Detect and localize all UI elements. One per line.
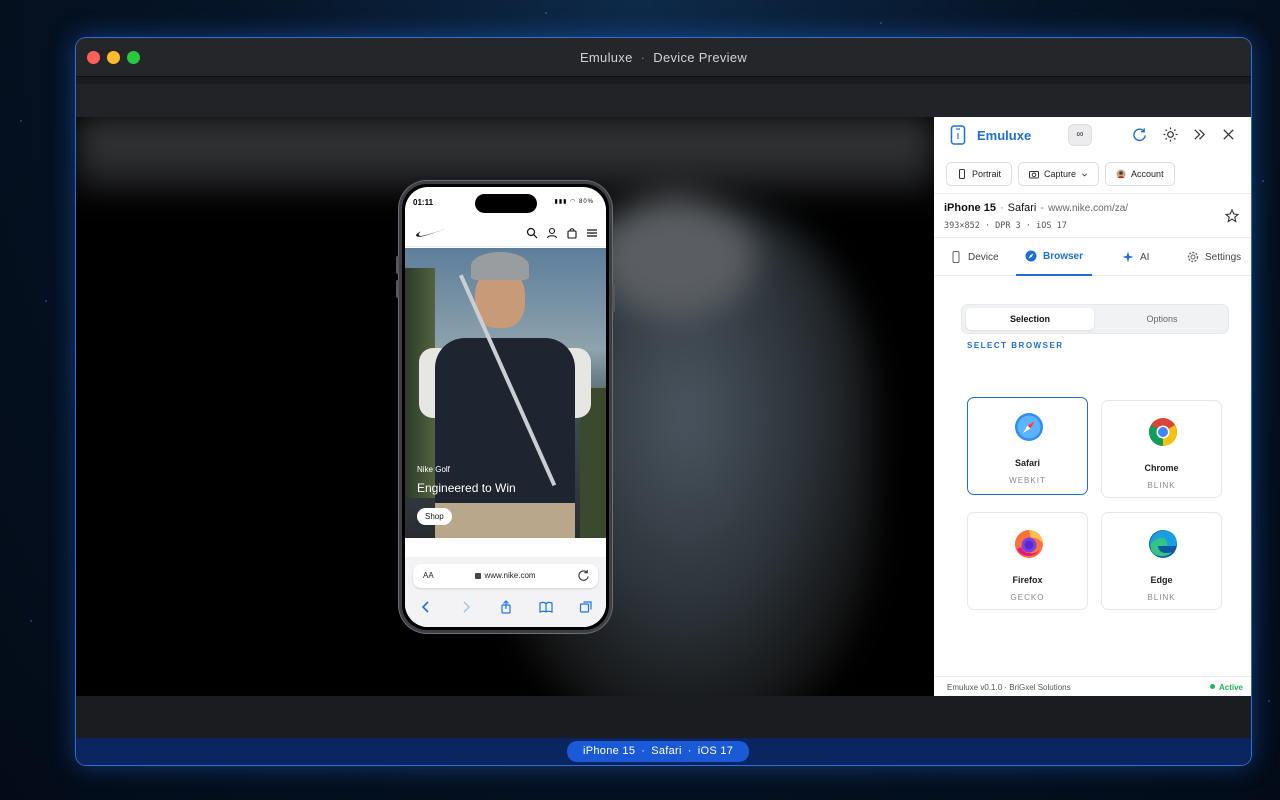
segment-selection[interactable]: Selection: [966, 308, 1094, 330]
tab-ai[interactable]: AI: [1122, 238, 1149, 276]
safari-bottom-bar: AA www.nike.com: [405, 557, 606, 627]
chevrons-right-icon[interactable]: [1192, 127, 1207, 142]
device-info: iPhone 15 · Safari - www.nike.com/za/ 393×85…: [934, 193, 1251, 238]
forward-icon[interactable]: [459, 600, 473, 614]
preview-stage: 01:11 ▮▮▮ ◠ 80% Nike Golf Engineered to …: [76, 117, 934, 696]
device-status-pill: iPhone 15 · Safari · iOS 17: [567, 741, 750, 762]
status-badge: Active: [1210, 683, 1243, 692]
panel-header: Emuluxe ∞: [934, 117, 1251, 155]
device-summary: iPhone 15 · Safari - www.nike.com/za/: [944, 202, 1129, 214]
search-icon[interactable]: [526, 226, 538, 239]
refresh-icon[interactable]: [1132, 127, 1147, 142]
bookmarks-icon[interactable]: [539, 600, 553, 614]
account-button[interactable]: Account: [1105, 162, 1175, 186]
shop-button[interactable]: Shop: [417, 508, 452, 525]
panel-footer: Emuluxe v0.1.0 · BriGxel Solutions Activ…: [934, 676, 1251, 696]
dynamic-island: [475, 194, 537, 213]
camera-icon: [1029, 171, 1040, 179]
window-title: Emuluxe · Device Preview: [579, 50, 748, 65]
panel-tabs: Device Browser AI Settings: [934, 238, 1251, 276]
browser-name: Firefox: [1012, 575, 1043, 585]
browser-name: Edge: [1150, 575, 1173, 585]
browser-engine: GECKO: [1010, 593, 1045, 602]
tabs-icon[interactable]: [579, 600, 593, 614]
tab-device[interactable]: Device: [950, 238, 999, 276]
portrait-button[interactable]: Portrait: [946, 162, 1013, 186]
hero-title: Engineered to Win: [417, 481, 516, 495]
bag-icon[interactable]: [566, 226, 578, 239]
phone-side-button: [612, 284, 615, 312]
segment-options[interactable]: Options: [1098, 308, 1226, 330]
capture-button[interactable]: Capture: [1018, 162, 1100, 186]
browser-name: Safari: [1014, 458, 1040, 468]
phone-logo-icon: [950, 125, 966, 145]
device-icon: [952, 251, 960, 263]
safari-icon: [1015, 413, 1043, 441]
phone-status-bar: 01:11 ▮▮▮ ◠ 80%: [405, 187, 606, 217]
brand-name: Emuluxe: [977, 128, 1032, 143]
toolbar-strip: [76, 84, 1251, 117]
compass-icon: [1025, 250, 1037, 262]
avatar-icon: [1116, 169, 1126, 179]
share-icon[interactable]: [499, 600, 513, 614]
phone-side-button: [396, 280, 399, 298]
browser-name: Chrome: [1144, 463, 1179, 473]
close-icon[interactable]: [1221, 127, 1236, 142]
url-text: www.nike.com: [413, 571, 598, 580]
browser-engine: BLINK: [1147, 593, 1176, 602]
edge-icon: [1149, 530, 1177, 558]
gear-icon: [1187, 251, 1199, 263]
bottom-status-strip: iPhone 15 · Safari · iOS 17: [76, 738, 1251, 765]
site-nav: [405, 217, 606, 247]
version-label: Emuluxe v0.1.0 · BriGxel Solutions: [947, 683, 1071, 692]
browser-engine: BLINK: [1147, 481, 1176, 490]
browser-card-chrome[interactable]: Chrome BLINK: [1101, 400, 1222, 498]
url-bar[interactable]: AA www.nike.com: [413, 564, 598, 588]
reload-icon[interactable]: [577, 569, 590, 582]
section-label: SELECT BROWSER: [967, 341, 1064, 350]
user-icon[interactable]: [546, 226, 558, 239]
title-bar: Emuluxe · Device Preview: [76, 38, 1251, 77]
sun-icon[interactable]: [1163, 127, 1178, 142]
tab-settings[interactable]: Settings: [1187, 238, 1241, 276]
app-window: Emuluxe·Device Preview 01:11 ▮▮▮ ◠ 80%: [76, 38, 1251, 765]
phone-clock: 01:11: [413, 198, 434, 207]
device-specs: 393×852 · DPR 3 · iOS 17: [944, 221, 1067, 231]
star-icon[interactable]: [1225, 209, 1239, 223]
nike-swoosh-icon[interactable]: [415, 227, 447, 239]
lock-icon: [475, 573, 482, 579]
chevron-down-icon: [1082, 173, 1087, 176]
phone-screen[interactable]: 01:11 ▮▮▮ ◠ 80% Nike Golf Engineered to …: [405, 187, 606, 627]
browser-engine: WEBKIT: [1009, 476, 1046, 485]
phone-side-button: [396, 256, 399, 274]
sparkle-icon: [1122, 251, 1134, 263]
menu-icon[interactable]: [586, 226, 598, 238]
browser-card-safari[interactable]: Safari WEBKIT: [967, 397, 1088, 495]
segmented-control: Selection Options: [961, 304, 1229, 334]
phone-frame: 01:11 ▮▮▮ ◠ 80% Nike Golf Engineered to …: [396, 181, 615, 633]
infinity-badge[interactable]: ∞: [1068, 124, 1092, 146]
tab-browser[interactable]: Browser: [1016, 238, 1093, 276]
hero-kicker: Nike Golf: [417, 465, 450, 474]
status-icons: ▮▮▮ ◠ 80%: [554, 199, 594, 205]
browser-card-edge[interactable]: Edge BLINK: [1101, 512, 1222, 610]
hero-banner[interactable]: Nike Golf Engineered to Win Shop: [405, 248, 606, 538]
back-icon[interactable]: [419, 600, 433, 614]
phone-portrait-icon: [959, 169, 965, 179]
control-panel: Emuluxe ∞ Portrait Capture Account iPhon…: [934, 117, 1251, 696]
browser-card-firefox[interactable]: Firefox GECKO: [967, 512, 1088, 610]
firefox-icon: [1015, 530, 1043, 558]
chrome-icon: [1149, 418, 1177, 446]
